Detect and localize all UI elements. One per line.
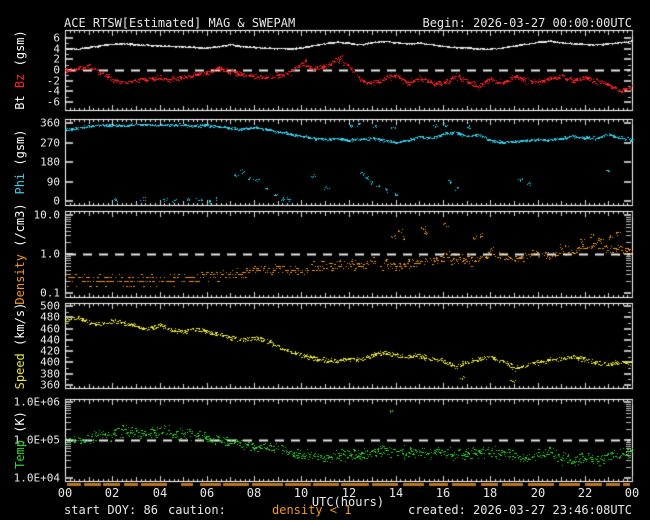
x-tick-label: 00 <box>57 486 73 500</box>
created-timestamp: created: 2026-03-27 23:46:08UTC <box>408 503 632 517</box>
begin-timestamp: Begin: 2026-03-27 00:00:00UTC <box>422 16 632 30</box>
y-tick-label: 1.0E+06 <box>13 395 60 409</box>
y-axis-label-part: (gsm) <box>13 30 27 74</box>
x-tick-label: 18 <box>482 486 498 500</box>
y-tick-label: 1.0E+04 <box>13 471 60 485</box>
y-axis-label-part: Density <box>13 254 27 305</box>
x-tick-label: 20 <box>530 486 546 500</box>
y-tick-label: 1.0 <box>40 247 60 261</box>
start-doy-text: start DOY: 86 <box>64 503 158 517</box>
y-tick-label: 400 <box>40 355 60 369</box>
y-tick-label: 6 <box>53 31 60 45</box>
y-axis-label-part: Temp <box>13 440 27 469</box>
y-tick-label: 480 <box>40 310 60 324</box>
x-tick-label: 08 <box>246 486 262 500</box>
y-tick-label: 270 <box>40 136 60 150</box>
y-tick-label: 10.0 <box>33 208 61 222</box>
y-axis-label-part: Phi <box>13 172 27 195</box>
y-tick-label: 0 <box>53 194 60 208</box>
x-tick-label: 06 <box>199 486 215 500</box>
x-tick-label: 22 <box>577 486 593 500</box>
y-axis-label-part: Speed <box>13 352 27 389</box>
x-tick-label: 02 <box>104 486 120 500</box>
y-tick-label: 360 <box>40 116 60 130</box>
y-axis-label: Bt Bz (gsm) <box>13 30 27 110</box>
y-axis-label: Temp (K) <box>13 411 27 469</box>
plot-canvas <box>0 0 650 520</box>
y-axis-label-part: (gsm) <box>13 129 27 173</box>
y-axis-label: Speed (km/s) <box>13 302 27 389</box>
x-tick-label: 00 <box>624 486 640 500</box>
x-tick-label: 04 <box>152 486 168 500</box>
y-tick-label: 180 <box>40 155 60 169</box>
y-tick-label: 0.1 <box>40 286 60 300</box>
y-axis-label: Density (/cm3) <box>13 203 27 305</box>
y-axis-label-part: Bt <box>13 88 27 110</box>
y-tick-label: 2 <box>53 52 60 66</box>
y-tick-label: -6 <box>46 95 60 109</box>
y-tick-label: 1.0E+05 <box>13 433 60 447</box>
y-axis-label-part: (km/s) <box>13 302 27 353</box>
x-tick-label: 10 <box>293 486 309 500</box>
y-axis-label: Phi (gsm) <box>13 129 27 195</box>
x-tick-label: 16 <box>435 486 451 500</box>
caution-label: caution: <box>168 503 226 517</box>
y-tick-label: 360 <box>40 378 60 392</box>
ace-rtsw-figure: ACE RTSW[Estimated] MAG & SWEPAM Begin: … <box>0 0 650 520</box>
x-tick-label: 14 <box>388 486 404 500</box>
y-axis-label-part: Bz <box>13 73 27 89</box>
page-title: ACE RTSW[Estimated] MAG & SWEPAM <box>64 16 296 30</box>
y-axis-label-part: (/cm3) <box>13 203 27 254</box>
y-axis-label-part: (K) <box>13 411 27 440</box>
caution-value: density < 1 <box>272 503 352 517</box>
y-tick-label: 90 <box>46 175 60 189</box>
